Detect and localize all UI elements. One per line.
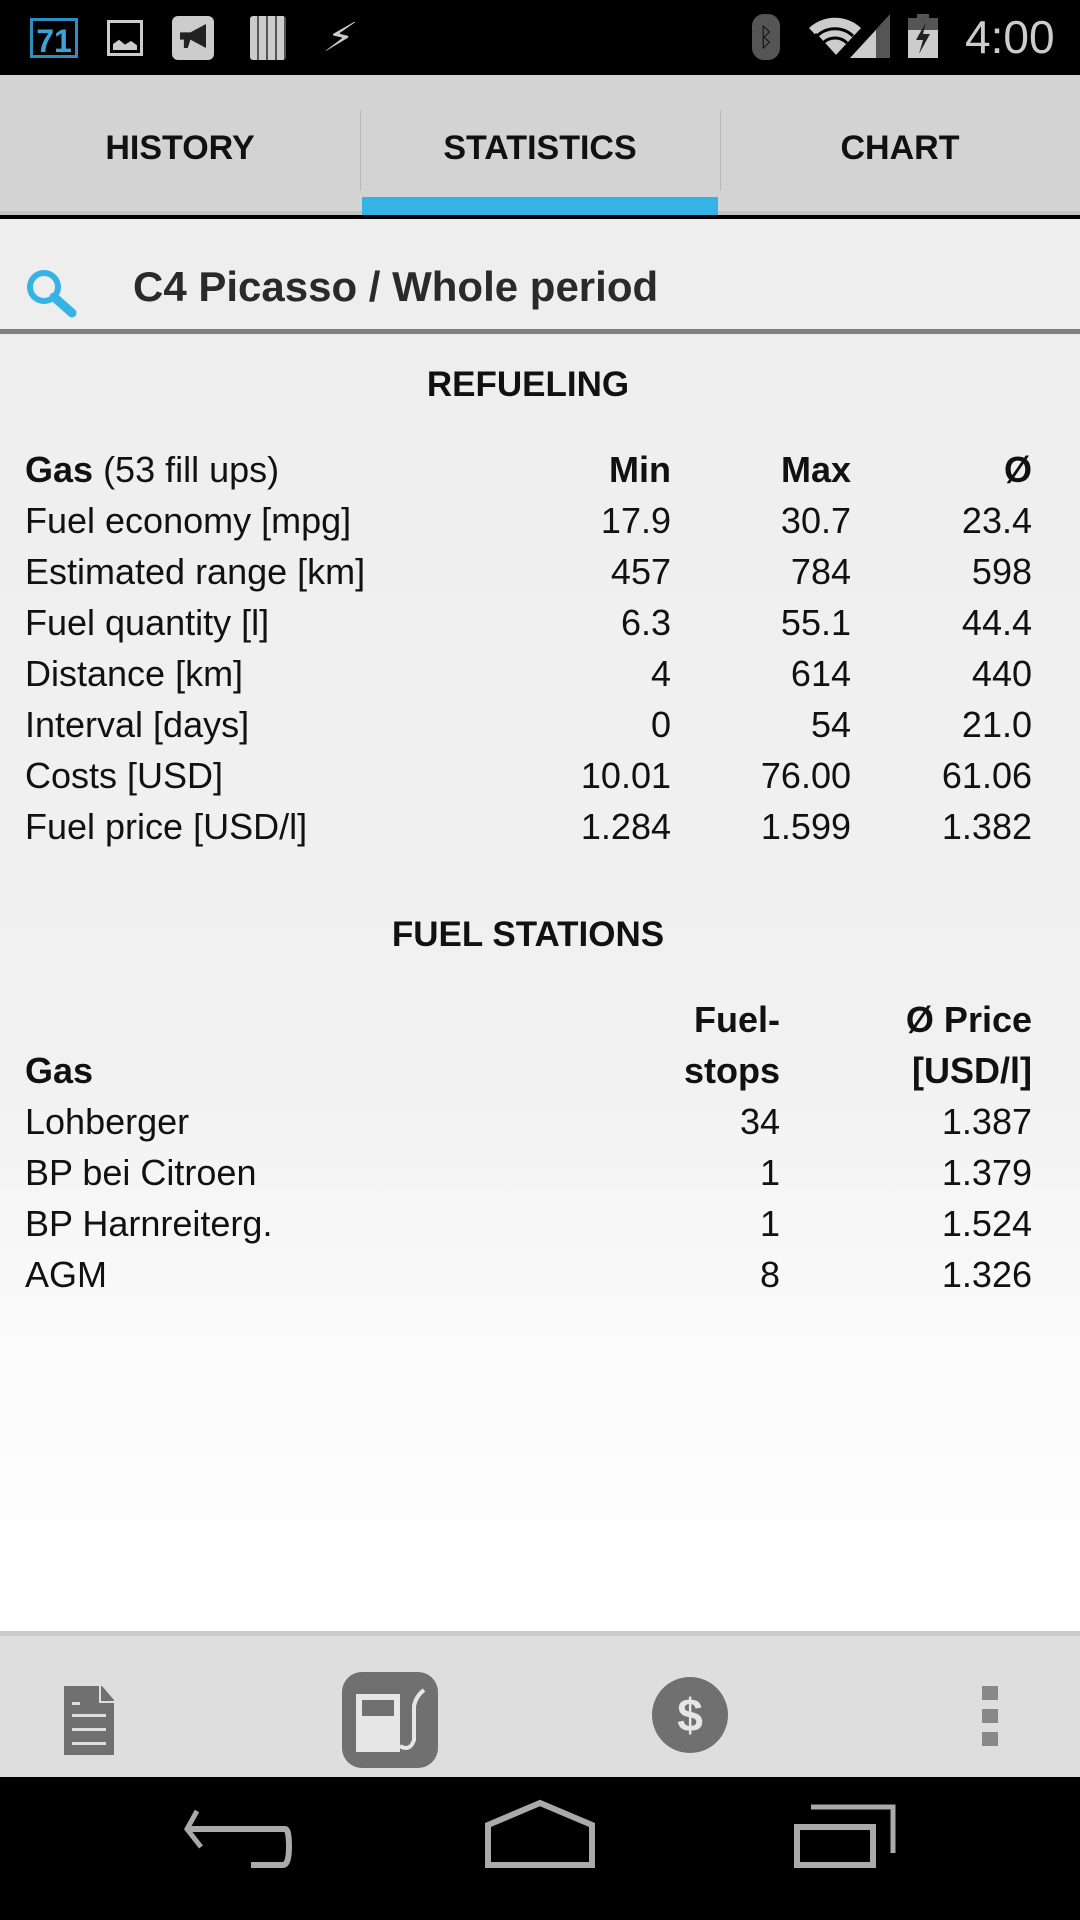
- tab-bar: HISTORY STATISTICS CHART: [0, 75, 1080, 215]
- station-stops: 1: [759, 1152, 780, 1193]
- refueling-row: Fuel price [USD/l] 1.284 1.599 1.382: [0, 801, 1080, 852]
- metric-max: 54: [810, 704, 851, 745]
- bolt-icon: ⚡: [320, 16, 360, 60]
- fuel-station-row: BP Harnreiterg. 1 1.524: [0, 1198, 1080, 1249]
- metric-label: Fuel price [USD/l]: [25, 806, 308, 847]
- refueling-row: Fuel economy [mpg] 17.9 30.7 23.4: [0, 495, 1080, 546]
- metric-min: 17.9: [600, 500, 671, 541]
- bluetooth-icon: ᛒ: [752, 14, 780, 60]
- station-name: Lohberger: [25, 1101, 190, 1142]
- fill-up-count: (53 fill ups): [103, 449, 280, 490]
- tab-chart[interactable]: CHART: [720, 75, 1080, 211]
- station-name: BP bei Citroen: [25, 1152, 257, 1193]
- metric-min: 4: [650, 653, 671, 694]
- recent-apps-icon[interactable]: [775, 1797, 915, 1897]
- search-icon[interactable]: [22, 267, 94, 319]
- dollar-icon[interactable]: $: [640, 1636, 740, 1777]
- tab-statistics[interactable]: STATISTICS: [360, 75, 720, 215]
- system-nav-bar: [0, 1777, 1080, 1920]
- metric-label: Estimated range [km]: [25, 551, 366, 592]
- svg-text:$: $: [677, 1689, 703, 1741]
- metric-avg: 61.06: [941, 755, 1032, 796]
- metric-max: 30.7: [780, 500, 851, 541]
- battery-charging-icon: [908, 14, 938, 58]
- max-header: Max: [780, 449, 851, 490]
- fuel-station-row: BP bei Citroen 1 1.379: [0, 1147, 1080, 1198]
- fuel-stations-header-line2: Gas stops [USD/l]: [0, 1045, 1080, 1096]
- station-stops: 8: [759, 1254, 780, 1295]
- metric-avg: 598: [971, 551, 1032, 592]
- home-icon[interactable]: [470, 1797, 610, 1897]
- stops-header-line2: stops: [683, 1050, 780, 1091]
- signal-icon: [850, 14, 890, 58]
- station-avg-price: 1.326: [941, 1254, 1032, 1295]
- tab-history[interactable]: HISTORY: [0, 75, 360, 211]
- calendar-icon: 71: [30, 18, 78, 59]
- refueling-row: Costs [USD] 10.01 76.00 61.06: [0, 750, 1080, 801]
- metric-label: Interval [days]: [25, 704, 250, 745]
- refueling-title: REFUELING: [426, 365, 630, 404]
- station-stops: 34: [739, 1101, 780, 1142]
- refueling-row: Interval [days] 0 54 21.0: [0, 699, 1080, 750]
- barcode-icon: [250, 16, 286, 60]
- refueling-row: Estimated range [km] 457 784 598: [0, 546, 1080, 597]
- min-header: Min: [609, 449, 671, 490]
- metric-max: 76.00: [760, 755, 851, 796]
- back-icon[interactable]: [175, 1797, 305, 1897]
- metric-max: 55.1: [780, 602, 851, 643]
- price-header-line2: [USD/l]: [912, 1050, 1032, 1091]
- metric-max: 1.599: [760, 806, 851, 847]
- station-stops: 1: [759, 1203, 780, 1244]
- metric-label: Fuel economy [mpg]: [25, 500, 352, 541]
- station-fuel-type-header: Gas: [25, 1050, 94, 1091]
- metric-avg: 1.382: [941, 806, 1032, 847]
- metric-max: 614: [790, 653, 851, 694]
- clock: 4:00: [965, 11, 1055, 63]
- metric-avg: 21.0: [961, 704, 1032, 745]
- stops-header-line1: Fuel-: [694, 999, 780, 1040]
- refueling-row: Fuel quantity [l] 6.3 55.1 44.4: [0, 597, 1080, 648]
- fuel-stations-header-line1: Fuel- Ø Price: [0, 994, 1080, 1045]
- metric-min: 10.01: [580, 755, 671, 796]
- metric-max: 784: [790, 551, 851, 592]
- metric-min: 0: [650, 704, 671, 745]
- refueling-header: Gas (53 fill ups) Min Max Ø: [0, 444, 1080, 495]
- metric-avg: 44.4: [961, 602, 1032, 643]
- bottom-action-bar: $: [0, 1631, 1080, 1777]
- station-avg-price: 1.379: [941, 1152, 1032, 1193]
- statistics-content: C4 Picasso / Whole period REFUELING Gas …: [0, 219, 1080, 1631]
- station-avg-price: 1.387: [941, 1101, 1032, 1142]
- fuel-station-row: AGM 8 1.326: [0, 1249, 1080, 1300]
- station-name: BP Harnreiterg.: [25, 1203, 273, 1244]
- avg-header: Ø: [1003, 449, 1032, 490]
- refueling-row: Distance [km] 4 614 440: [0, 648, 1080, 699]
- station-name: AGM: [25, 1254, 108, 1295]
- metric-avg: 23.4: [961, 500, 1032, 541]
- metric-min: 457: [610, 551, 671, 592]
- metric-min: 6.3: [620, 602, 671, 643]
- filter-title: C4 Picasso / Whole period: [133, 263, 659, 310]
- metric-min: 1.284: [580, 806, 671, 847]
- megaphone-icon: [172, 16, 214, 60]
- fuel-pump-icon[interactable]: [330, 1636, 450, 1777]
- fuel-type-label: Gas: [25, 449, 94, 490]
- station-avg-price: 1.524: [941, 1203, 1032, 1244]
- metric-avg: 440: [971, 653, 1032, 694]
- status-bar: 71 ⚡ ᛒ 4:00: [0, 0, 1080, 75]
- price-header-line1: Ø Price: [905, 999, 1032, 1040]
- metric-label: Fuel quantity [l]: [25, 602, 270, 643]
- fuel-stations-title: FUEL STATIONS: [391, 915, 665, 954]
- metric-label: Distance [km]: [25, 653, 244, 694]
- metric-label: Costs [USD]: [25, 755, 224, 796]
- image-icon: [107, 20, 143, 56]
- overflow-menu-icon[interactable]: [960, 1636, 1020, 1777]
- filter-bar[interactable]: C4 Picasso / Whole period: [0, 219, 1080, 334]
- document-icon[interactable]: [50, 1636, 130, 1777]
- fuel-station-row: Lohberger 34 1.387: [0, 1096, 1080, 1147]
